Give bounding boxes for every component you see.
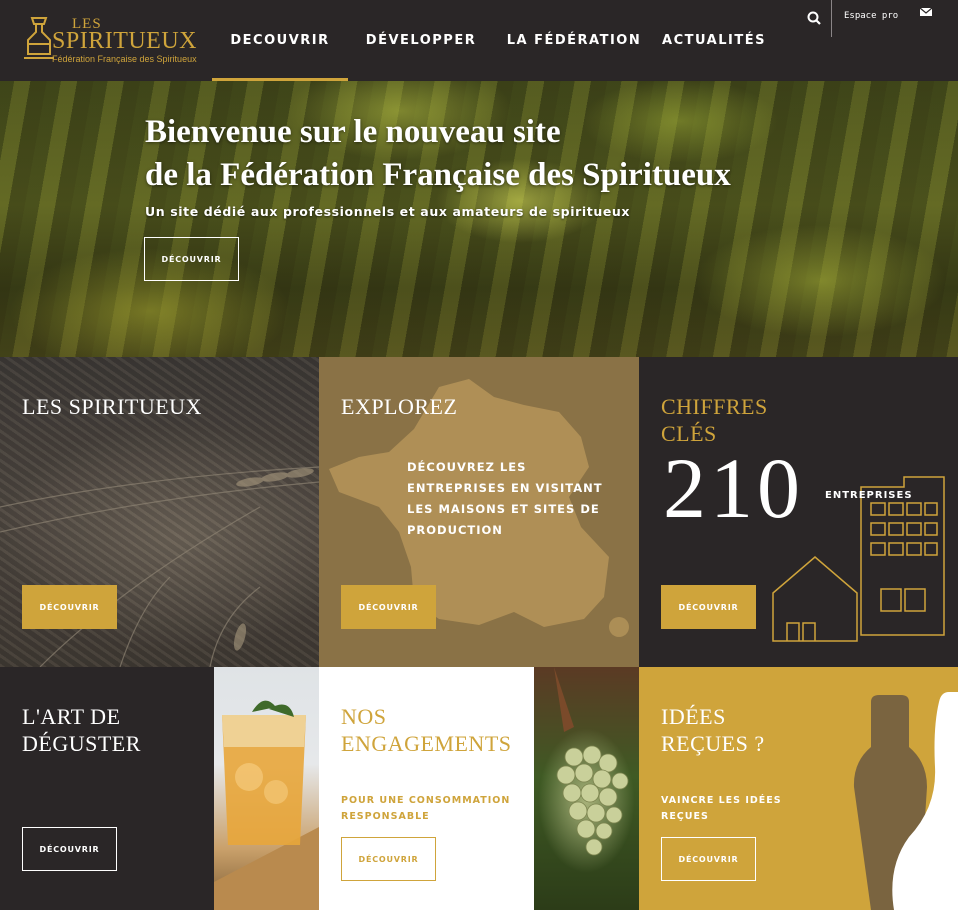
tile-title: CHIFFRES CLÉS	[661, 393, 768, 447]
explorez-discover-button[interactable]: DÉCOUVRIR	[341, 585, 436, 629]
tile-title: EXPLOREZ	[341, 394, 458, 419]
hero-subtitle: Un site dédié aux professionnels et aux …	[145, 204, 631, 219]
site-logo[interactable]: LES SPIRITUEUX Fédération Française des …	[22, 14, 197, 66]
chiffres-discover-button[interactable]: DÉCOUVRIR	[661, 585, 756, 629]
nav-item-actualites[interactable]: ACTUALITÉS	[654, 0, 774, 81]
engagements-discover-button[interactable]: DÉCOUVRIR	[341, 837, 436, 881]
spiritueux-discover-button[interactable]: DÉCOUVRIR	[22, 585, 117, 629]
idees-title-line2: REÇUES ?	[661, 731, 765, 756]
chiffres-title-line1: CHIFFRES	[661, 394, 768, 419]
tile-art-de-deguster[interactable]: L'ART DE DÉGUSTER DÉCOUVRIR	[0, 667, 214, 910]
header-divider	[831, 0, 832, 37]
site-header: LES SPIRITUEUX Fédération Française des …	[0, 0, 958, 81]
hero-discover-button[interactable]: DÉCOUVRIR	[144, 237, 239, 281]
cocktail-image	[214, 667, 319, 910]
hero-title: Bienvenue sur le nouveau site de la Fédé…	[145, 111, 845, 197]
hero-title-line1: Bienvenue sur le nouveau site	[145, 114, 561, 150]
nav-item-decouvrir[interactable]: DECOUVRIR	[212, 0, 348, 81]
idees-text: VAINCRE LES IDÉES REÇUES	[661, 795, 782, 822]
nav-item-federation[interactable]: LA FÉDÉRATION	[494, 0, 654, 81]
tile-chiffres-cles[interactable]: CHIFFRES CLÉS 210 ENTREPRISES DÉCOUVRIR	[639, 357, 958, 667]
key-figure-number: 210	[663, 440, 804, 536]
art-title-line2: DÉGUSTER	[22, 731, 141, 756]
hero-banner: Bienvenue sur le nouveau site de la Fédé…	[0, 81, 958, 357]
tile-explorez[interactable]: EXPLOREZ DÉCOUVREZ LES ENTREPRISES EN VI…	[319, 357, 639, 667]
grapes-image	[534, 667, 639, 910]
tile-nos-engagements[interactable]: NOS ENGAGEMENTS POUR UNE CONSOMMATION RE…	[319, 667, 534, 910]
tile-title: L'ART DE DÉGUSTER	[22, 703, 141, 757]
tile-idees-recues[interactable]: IDÉES REÇUES ? VAINCRE LES IDÉES REÇUES …	[639, 667, 958, 910]
idees-discover-button[interactable]: DÉCOUVRIR	[661, 837, 756, 881]
main-nav: DECOUVRIR DÉVELOPPER LA FÉDÉRATION ACTUA…	[212, 0, 774, 81]
idees-title-line1: IDÉES	[661, 704, 726, 729]
tile-title: IDÉES REÇUES ?	[661, 703, 765, 757]
tile-title: LES SPIRITUEUX	[22, 394, 202, 419]
engage-title-line1: NOS	[341, 704, 387, 729]
still-icon	[24, 17, 54, 59]
art-title-line1: L'ART DE	[22, 704, 121, 729]
espace-pro-link[interactable]: Espace pro	[844, 11, 898, 21]
logo-tagline: Fédération Française des Spiritueux	[52, 54, 197, 64]
art-discover-button[interactable]: DÉCOUVRIR	[22, 827, 117, 871]
tile-les-spiritueux[interactable]: LES SPIRITUEUX DÉCOUVRIR	[0, 357, 319, 667]
engage-title-line2: ENGAGEMENTS	[341, 731, 512, 756]
search-icon[interactable]	[802, 7, 826, 29]
tile-title: NOS ENGAGEMENTS	[341, 703, 512, 757]
envelope-icon[interactable]	[919, 5, 933, 17]
key-figure-unit: ENTREPRISES	[825, 490, 913, 501]
engagements-text: POUR UNE CONSOMMATION RESPONSABLE	[341, 795, 511, 822]
logo-name: SPIRITUEUX	[52, 28, 198, 54]
nav-item-developper[interactable]: DÉVELOPPER	[348, 0, 494, 81]
hero-title-line2: de la Fédération Française des Spiritueu…	[145, 157, 731, 193]
explorez-text: DÉCOUVREZ LES ENTREPRISES EN VISITANT LE…	[407, 460, 603, 537]
